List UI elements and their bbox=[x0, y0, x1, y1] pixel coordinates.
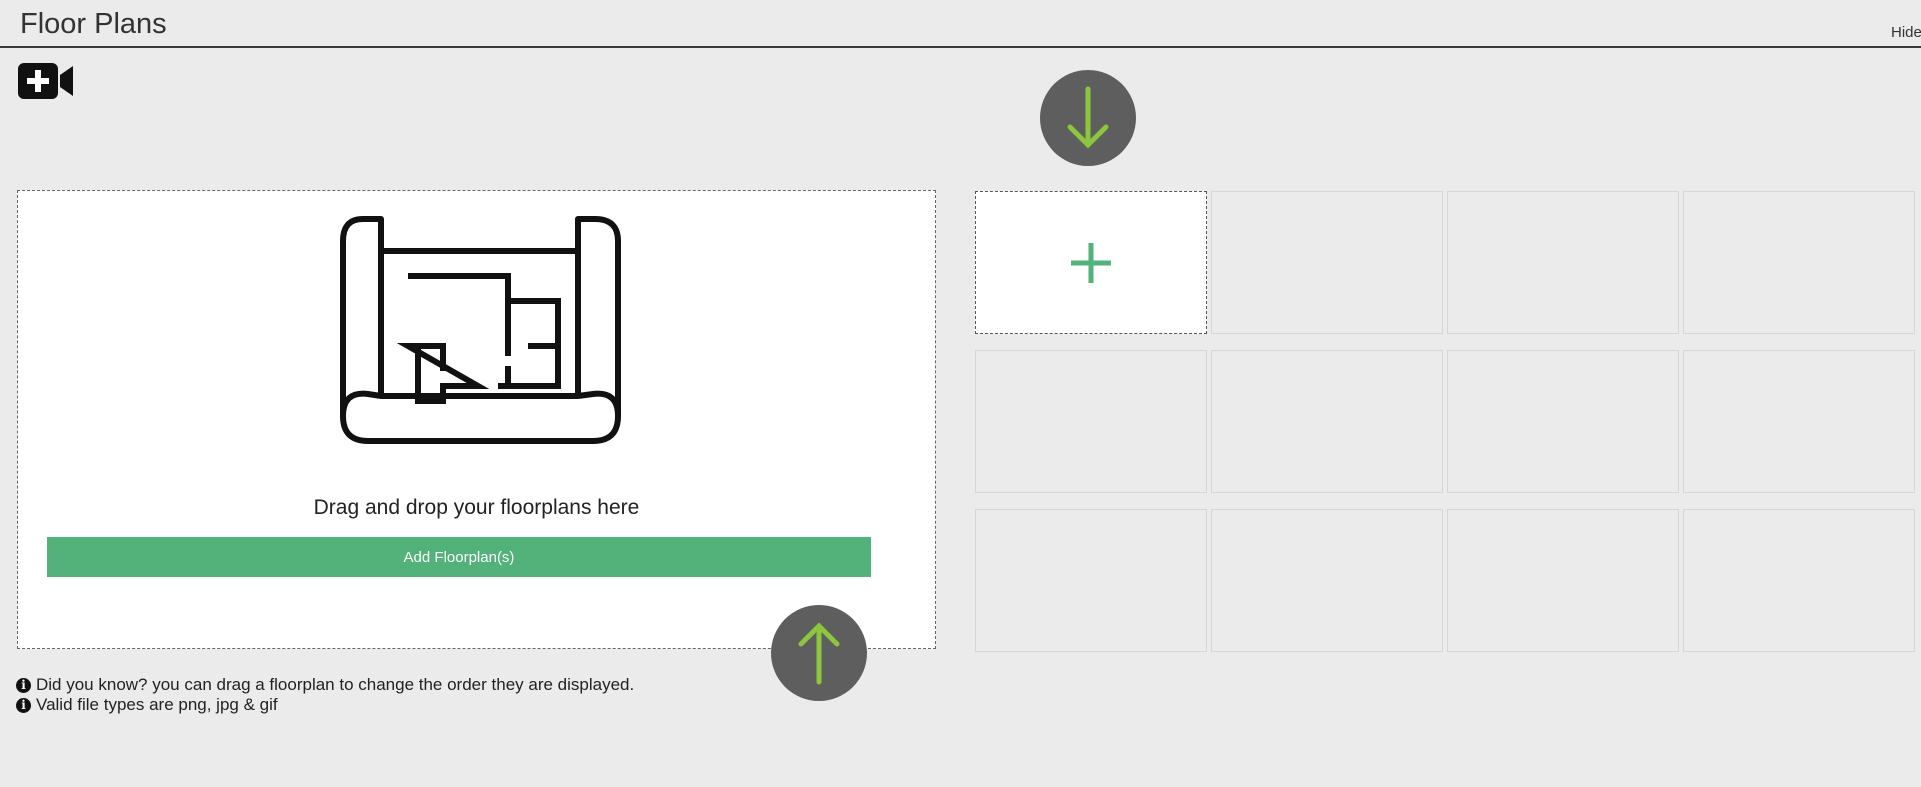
info-file-types-text: Valid file types are png, jpg & gif bbox=[36, 695, 278, 714]
arrow-up-icon bbox=[798, 622, 840, 685]
floorplan-slot bbox=[1683, 509, 1915, 652]
hide-link[interactable]: Hide bbox=[1891, 24, 1921, 41]
plus-icon bbox=[1071, 242, 1111, 283]
arrow-up-annotation bbox=[771, 605, 867, 701]
floorplan-slot bbox=[1683, 191, 1915, 334]
page-header: Floor Plans Hide bbox=[0, 0, 1921, 48]
floorplan-slot bbox=[975, 350, 1207, 493]
add-video-icon[interactable] bbox=[18, 63, 76, 99]
floorplan-slot bbox=[1683, 350, 1915, 493]
floorplan-slot bbox=[1447, 191, 1679, 334]
floorplan-grid bbox=[975, 191, 1915, 652]
floorplan-slot bbox=[975, 509, 1207, 652]
info-section: i Did you know? you can drag a floorplan… bbox=[16, 675, 634, 715]
arrow-down-icon bbox=[1067, 86, 1109, 149]
add-floorplan-slot[interactable] bbox=[975, 191, 1207, 334]
floorplan-slot bbox=[1211, 350, 1443, 493]
floorplan-blueprint-icon bbox=[340, 216, 621, 444]
info-icon: i bbox=[16, 697, 31, 713]
floorplan-dropzone[interactable]: Drag and drop your floorplans here Add F… bbox=[17, 190, 936, 649]
info-icon: i bbox=[16, 677, 31, 693]
floorplan-slot bbox=[1447, 509, 1679, 652]
page-title: Floor Plans bbox=[20, 8, 167, 40]
arrow-down-annotation bbox=[1040, 70, 1136, 166]
dropzone-text: Drag and drop your floorplans here bbox=[313, 496, 640, 519]
add-floorplans-button[interactable]: Add Floorplan(s) bbox=[47, 537, 871, 577]
floorplan-slot bbox=[1211, 191, 1443, 334]
floorplan-slot bbox=[1211, 509, 1443, 652]
info-tip-text: Did you know? you can drag a floorplan t… bbox=[36, 675, 635, 694]
info-tip: i Did you know? you can drag a floorplan… bbox=[16, 675, 634, 695]
floorplan-slot bbox=[1447, 350, 1679, 493]
info-file-types: i Valid file types are png, jpg & gif bbox=[16, 695, 634, 715]
